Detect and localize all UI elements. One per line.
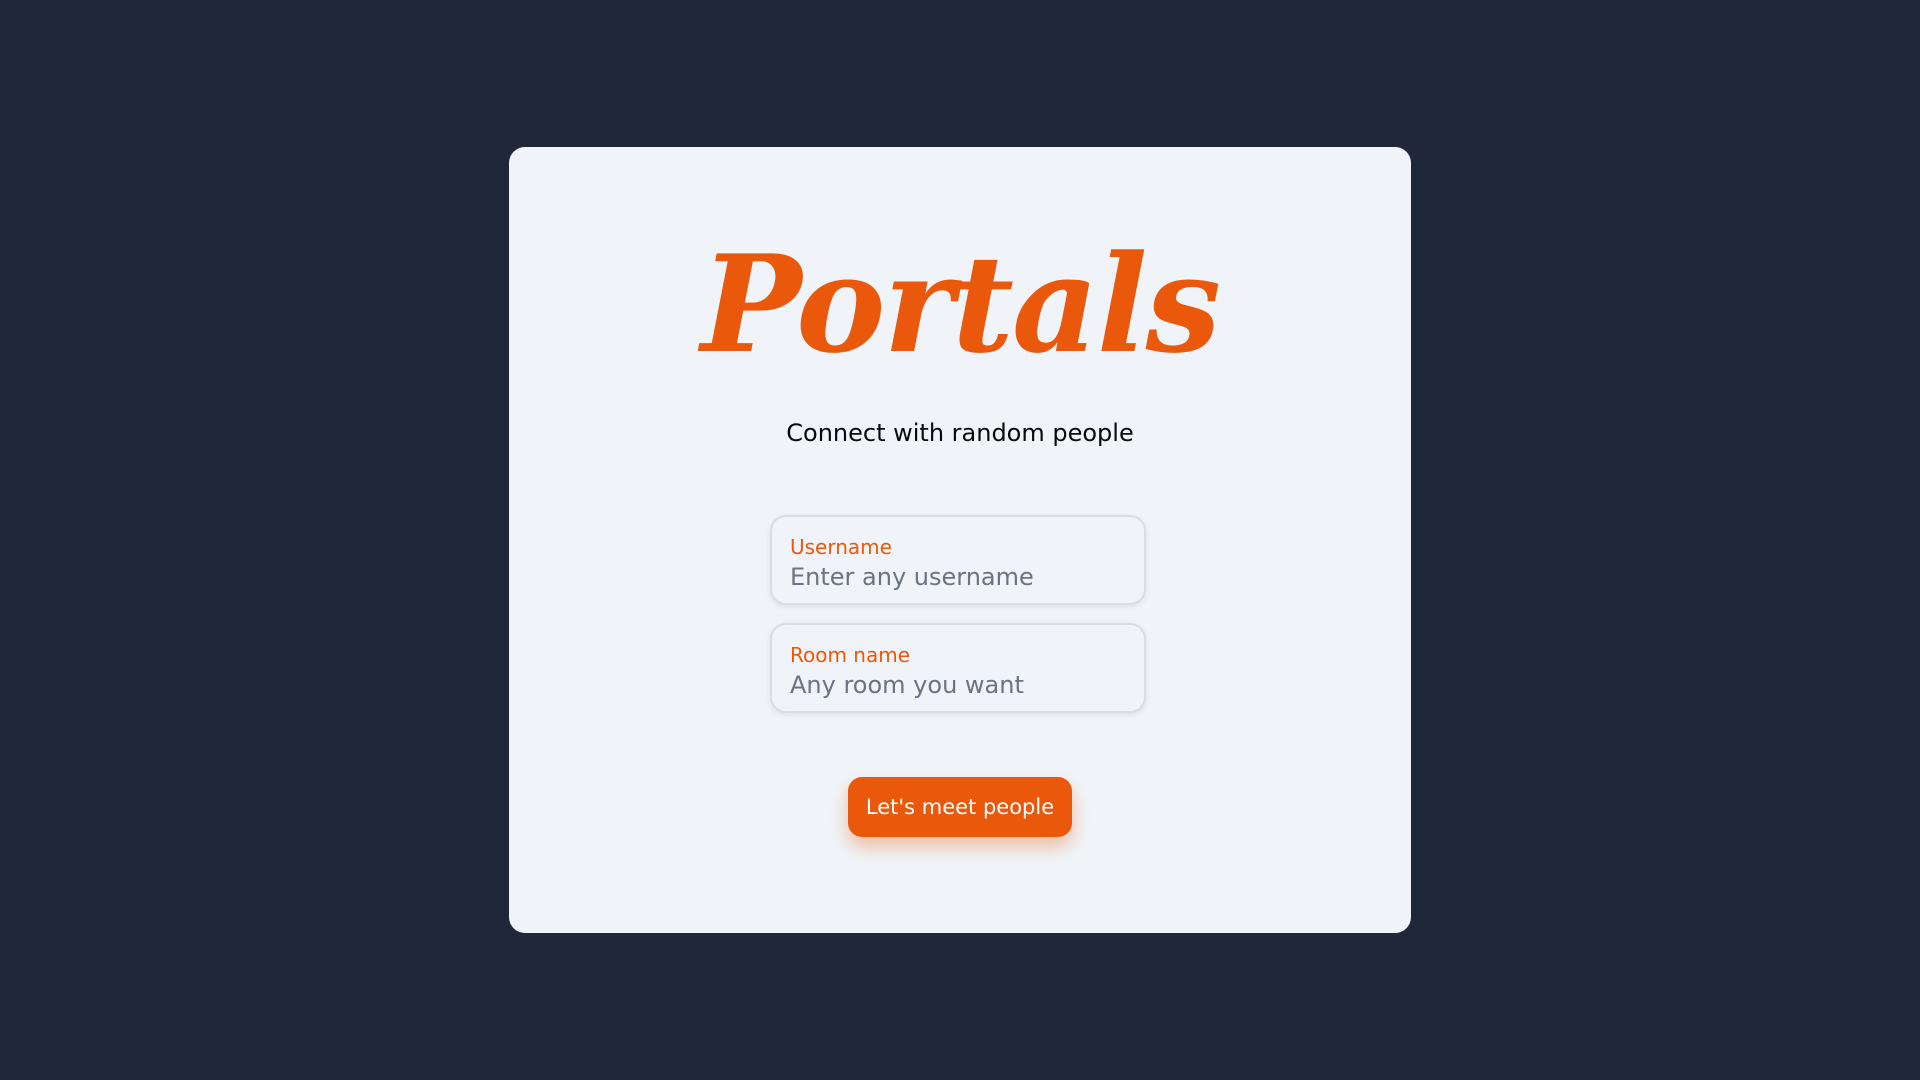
room-name-field[interactable]: Room name [770,623,1146,713]
app-logo: Portals [700,225,1221,383]
room-name-input[interactable] [790,669,1126,701]
app-subtitle: Connect with random people [786,419,1134,447]
username-field[interactable]: Username [770,515,1146,605]
username-label: Username [790,535,892,559]
meet-people-button[interactable]: Let's meet people [848,777,1072,837]
username-input[interactable] [790,561,1126,593]
login-card: Portals Connect with random people Usern… [509,147,1411,933]
room-name-label: Room name [790,643,911,667]
